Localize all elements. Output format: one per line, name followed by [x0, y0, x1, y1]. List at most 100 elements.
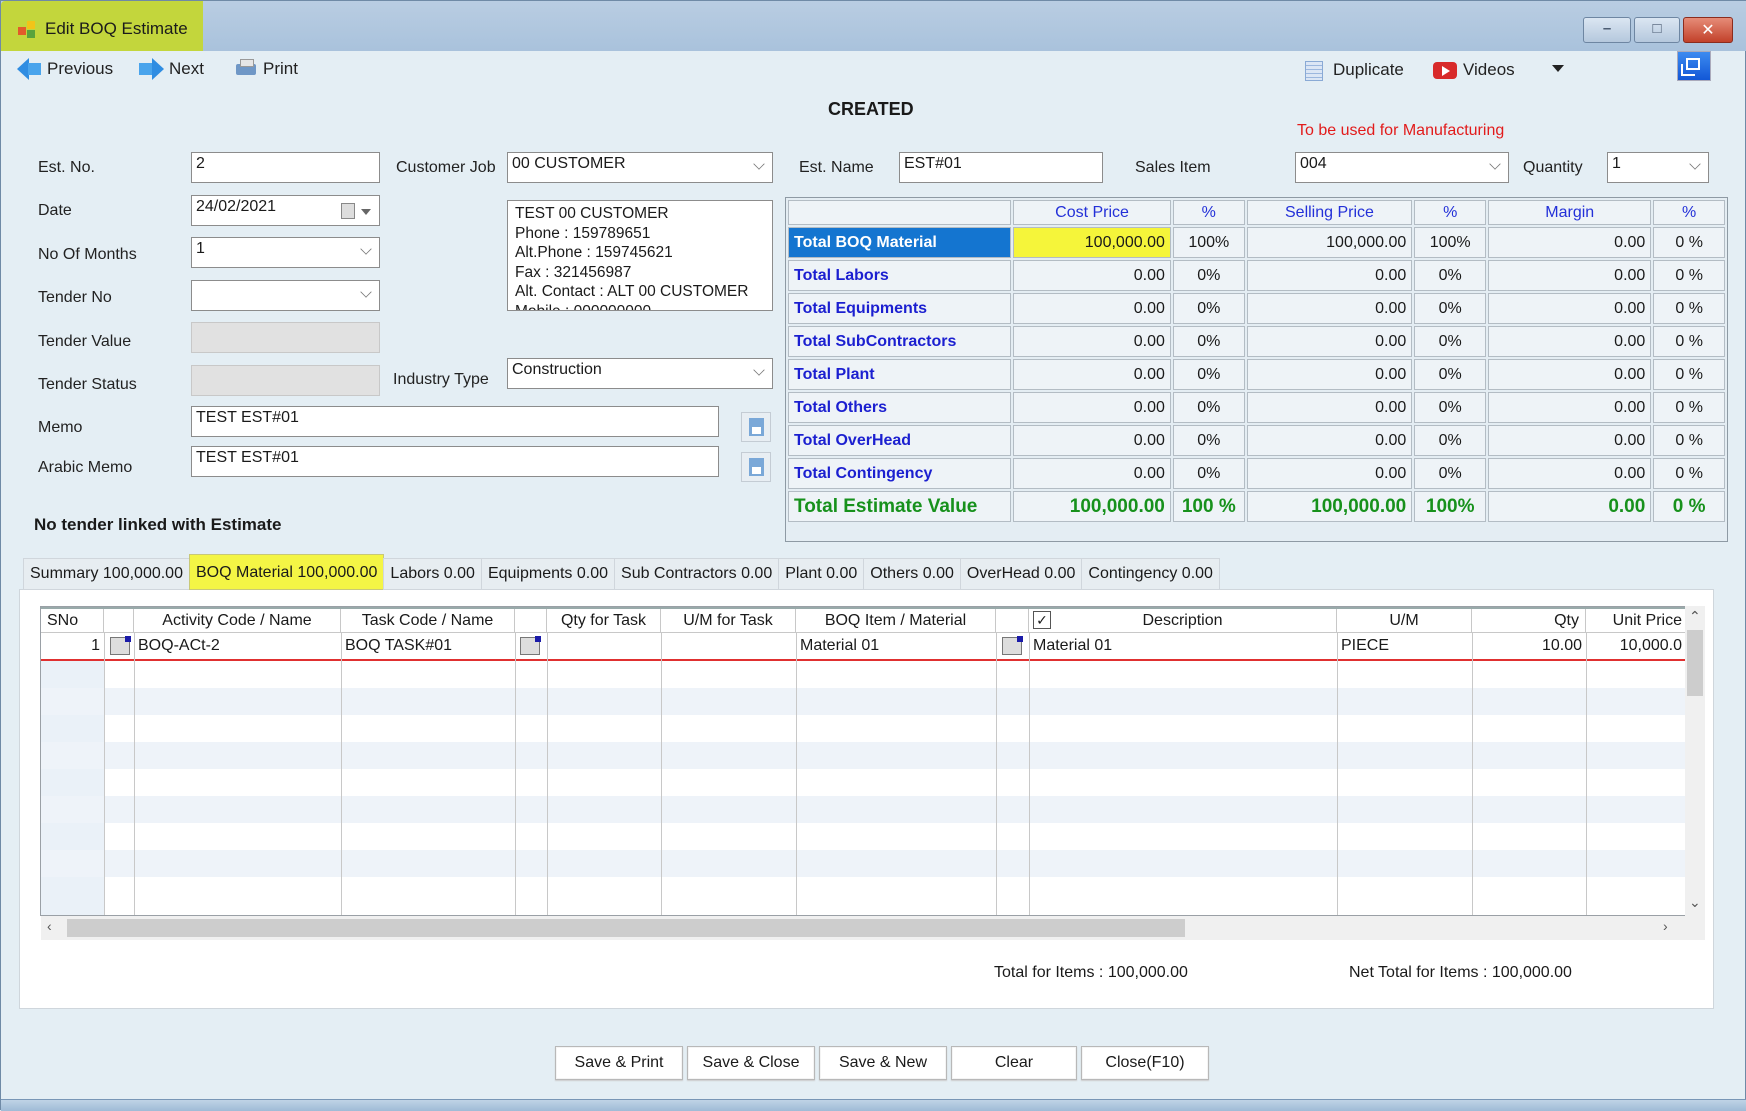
scroll-down-icon[interactable]: ⌄ [1689, 894, 1701, 911]
save-close-button[interactable]: Save & Close [687, 1046, 815, 1080]
cost-price-cell[interactable]: 0.00 [1013, 359, 1171, 390]
calendar-dropdown-icon[interactable] [361, 209, 371, 215]
toolbar-dropdown-caret-icon[interactable] [1552, 65, 1564, 72]
next-button[interactable]: Next [139, 57, 204, 81]
horizontal-scroll-thumb[interactable] [67, 919, 1185, 937]
qty-task-cell[interactable] [547, 633, 661, 660]
summary-row-label[interactable]: Total Labors [788, 260, 1012, 291]
tab-contingency[interactable]: Contingency 0.00 [1081, 558, 1220, 590]
customer-job-select[interactable]: 00 CUSTOMER [507, 152, 773, 183]
col-unit-price[interactable]: Unit Price [1586, 609, 1686, 633]
selling-price-cell[interactable]: 0.00 [1246, 326, 1413, 357]
task-lookup-icon[interactable] [520, 636, 541, 655]
close-window-button[interactable]: ✕ [1683, 17, 1733, 43]
summary-row[interactable]: Total Plant 0.00 0% 0.00 0% 0.00 0 % [788, 359, 1725, 390]
summary-row[interactable]: Total BOQ Material 100,000.00 100% 100,0… [788, 227, 1725, 258]
quantity-select[interactable]: 1 [1607, 152, 1709, 183]
col-um[interactable]: U/M [1337, 609, 1472, 633]
cost-price-cell[interactable]: 0.00 [1013, 293, 1171, 324]
tab-summary[interactable]: Summary 100,000.00 [23, 558, 190, 590]
unit-price-cell[interactable]: 10,000.0 [1586, 633, 1686, 660]
summary-row-label[interactable]: Total Others [788, 392, 1012, 423]
industry-type-select[interactable]: Construction [507, 358, 773, 389]
close-button[interactable]: Close(F10) [1081, 1046, 1209, 1080]
selling-price-cell[interactable]: 0.00 [1246, 260, 1413, 291]
previous-button[interactable]: Previous [17, 57, 113, 81]
vertical-scroll-thumb[interactable] [1687, 630, 1703, 696]
tab-overhead[interactable]: OverHead 0.00 [959, 558, 1083, 590]
summary-row[interactable]: Total Labors 0.00 0% 0.00 0% 0.00 0 % [788, 260, 1725, 291]
task-cell[interactable]: BOQ TASK#01 [341, 633, 515, 660]
selling-price-cell[interactable]: 0.00 [1246, 359, 1413, 390]
memo-save-icon[interactable] [741, 412, 771, 442]
col-boq-item[interactable]: BOQ Item / Material [796, 609, 996, 633]
summary-row-label[interactable]: Total SubContractors [788, 326, 1012, 357]
summary-row[interactable]: Total Contingency 0.00 0% 0.00 0% 0.00 0… [788, 458, 1725, 489]
duplicate-button[interactable]: Duplicate [1303, 58, 1404, 82]
videos-button[interactable]: Videos [1433, 58, 1515, 82]
maximize-button[interactable]: □ [1634, 17, 1680, 43]
summary-row-label[interactable]: Total Plant [788, 359, 1012, 390]
col-sno[interactable]: SNo [41, 609, 104, 633]
summary-row-label[interactable]: Total OverHead [788, 425, 1012, 456]
tab-labors[interactable]: Labors 0.00 [383, 558, 482, 590]
selling-price-cell[interactable]: 0.00 [1246, 293, 1413, 324]
tab-equipments[interactable]: Equipments 0.00 [480, 558, 616, 590]
summary-row[interactable]: Total SubContractors 0.00 0% 0.00 0% 0.0… [788, 326, 1725, 357]
customer-info-box[interactable]: TEST 00 CUSTOMER Phone : 159789651 Alt.P… [507, 200, 773, 311]
vertical-scrollbar[interactable]: ⌃ ⌄ [1685, 606, 1705, 916]
save-print-button[interactable]: Save & Print [555, 1046, 683, 1080]
tab-sub-contractors[interactable]: Sub Contractors 0.00 [614, 558, 780, 590]
activity-cell[interactable]: BOQ-ACt-2 [134, 633, 341, 660]
um-cell[interactable]: PIECE [1337, 633, 1472, 660]
cost-price-cell[interactable]: 0.00 [1013, 425, 1171, 456]
cost-price-cell[interactable]: 0.00 [1013, 326, 1171, 357]
est-no-input[interactable]: 2 [191, 152, 380, 183]
cost-price-cell[interactable]: 0.00 [1013, 392, 1171, 423]
scroll-right-icon[interactable]: › [1663, 918, 1668, 934]
selling-price-cell[interactable]: 0.00 [1246, 392, 1413, 423]
print-button[interactable]: Print [233, 57, 298, 81]
table-row[interactable]: 1 BOQ-ACt-2 BOQ TASK#01 Material 01 Mate… [41, 633, 1686, 660]
save-new-button[interactable]: Save & New [819, 1046, 947, 1080]
activity-lookup-icon[interactable] [110, 636, 131, 655]
memo-input[interactable]: TEST EST#01 [191, 406, 719, 437]
col-qty[interactable]: Qty [1472, 609, 1586, 633]
tab-plant[interactable]: Plant 0.00 [778, 558, 865, 590]
date-picker[interactable]: 24/02/2021 [191, 195, 380, 226]
tender-no-select[interactable] [191, 280, 380, 311]
horizontal-scrollbar[interactable]: ‹ › [41, 916, 1705, 940]
summary-row-label[interactable]: Total BOQ Material [788, 227, 1012, 258]
tab-others[interactable]: Others 0.00 [863, 558, 961, 590]
col-task[interactable]: Task Code / Name [341, 609, 515, 633]
arabic-memo-input[interactable]: TEST EST#01 [191, 446, 719, 477]
cost-price-cell[interactable]: 100,000.00 [1013, 227, 1171, 258]
select-all-checkbox[interactable]: ✓ [1033, 611, 1051, 629]
um-task-cell[interactable] [661, 633, 796, 660]
col-description[interactable]: ✓ Description [1029, 609, 1337, 633]
summary-row[interactable]: Total OverHead 0.00 0% 0.00 0% 0.00 0 % [788, 425, 1725, 456]
boq-item-cell[interactable]: Material 01 [796, 633, 996, 660]
scroll-up-icon[interactable]: ⌃ [1689, 608, 1701, 625]
est-name-input[interactable]: EST#01 [899, 152, 1103, 183]
summary-row[interactable]: Total Equipments 0.00 0% 0.00 0% 0.00 0 … [788, 293, 1725, 324]
minimize-button[interactable]: – [1583, 17, 1631, 43]
summary-row-label[interactable]: Total Equipments [788, 293, 1012, 324]
qty-cell[interactable]: 10.00 [1472, 633, 1586, 660]
calendar-icon[interactable] [341, 203, 355, 219]
summary-row-label[interactable]: Total Contingency [788, 458, 1012, 489]
description-cell[interactable]: Material 01 [1029, 633, 1337, 660]
cost-price-cell[interactable]: 0.00 [1013, 260, 1171, 291]
arabic-memo-save-icon[interactable] [741, 452, 771, 482]
selling-price-cell[interactable]: 0.00 [1246, 425, 1413, 456]
clear-button[interactable]: Clear [951, 1046, 1077, 1080]
selling-price-cell[interactable]: 0.00 [1246, 458, 1413, 489]
summary-row[interactable]: Total Others 0.00 0% 0.00 0% 0.00 0 % [788, 392, 1725, 423]
cost-price-cell[interactable]: 0.00 [1013, 458, 1171, 489]
scroll-left-icon[interactable]: ‹ [47, 918, 52, 934]
col-qty-task[interactable]: Qty for Task [547, 609, 661, 633]
restore-window-button[interactable] [1677, 51, 1711, 81]
item-lookup-icon[interactable] [1002, 636, 1023, 655]
no-of-months-select[interactable]: 1 [191, 237, 380, 268]
tab-boq-material[interactable]: BOQ Material 100,000.00 [188, 554, 385, 590]
